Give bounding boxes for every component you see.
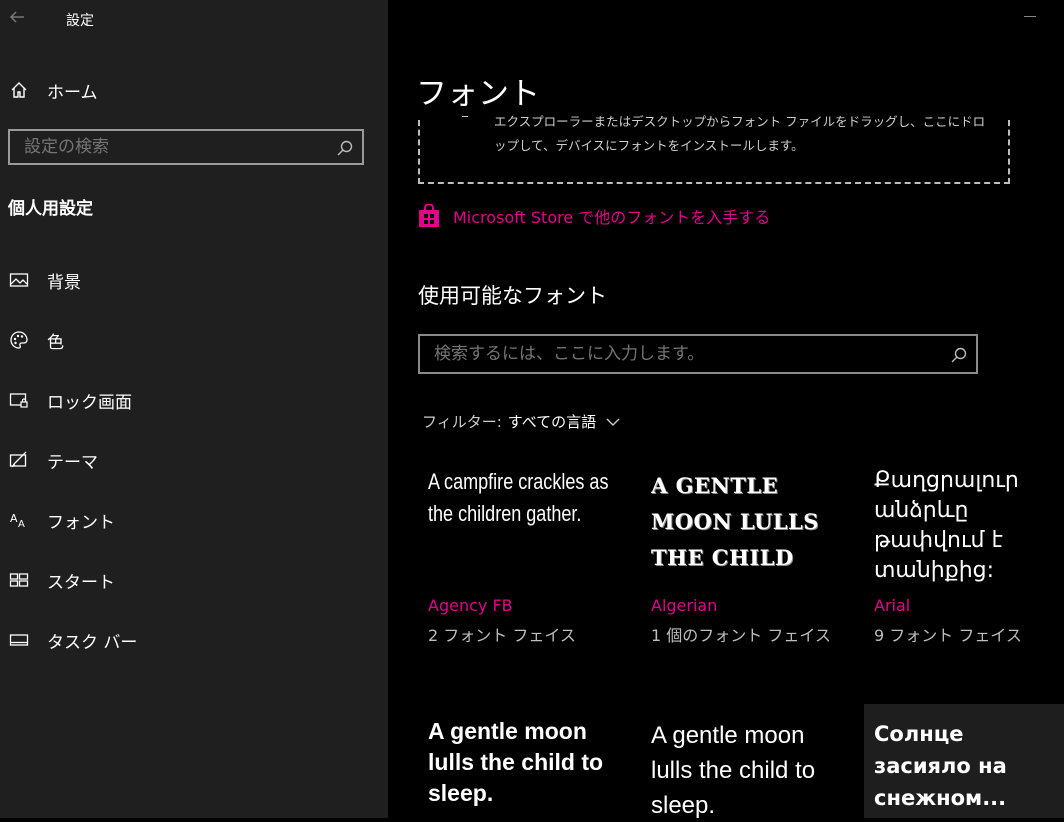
font-face-count: 1 個のフォント フェイス — [651, 626, 831, 645]
sidebar-item-taskbar[interactable]: タスク バー — [0, 620, 388, 660]
drop-dash-icon — [462, 116, 468, 117]
font-face-count: 9 フォント フェイス — [874, 626, 1022, 645]
main-content: フォント エクスプローラーまたはデスクトップからフォント ファイルをドラッグし、… — [388, 0, 1064, 819]
sidebar-item-label: タスク バー — [47, 632, 138, 653]
font-sample: A gentle moon lulls the child to sleep. — [651, 722, 816, 819]
search-icon[interactable] — [950, 346, 968, 364]
sidebar-item-home[interactable]: ホーム — [0, 70, 388, 110]
font-face-count: 2 フォント フェイス — [428, 626, 576, 645]
taskbar-icon — [8, 629, 30, 651]
store-link-label[interactable]: Microsoft Store で他のフォントを入手する — [453, 204, 770, 228]
font-sample: Солнце засияло на снежном... — [874, 722, 1007, 810]
sidebar-item-start[interactable]: スタート — [0, 560, 388, 600]
font-card-bold-sans[interactable]: A gentle moon lulls the child to sleep. — [418, 704, 632, 818]
page-title: フォント — [416, 76, 540, 112]
font-name: Agency FB — [428, 596, 513, 615]
search-icon[interactable] — [336, 139, 354, 157]
section-title: 個人用設定 — [8, 199, 93, 219]
sidebar-item-label: 背景 — [47, 272, 81, 293]
minimize-button[interactable] — [1024, 16, 1036, 17]
palette-icon — [8, 329, 30, 351]
font-sample: Քաղցրալուր անձրևը թափվում է տանիքից: — [874, 468, 1019, 583]
sidebar-item-label: テーマ — [47, 452, 98, 473]
font-icon: AA — [8, 509, 30, 531]
font-sample: A gentle moon lulls the child to sleep. — [428, 718, 604, 806]
back-arrow-icon[interactable] — [8, 8, 28, 28]
available-fonts-title: 使用可能なフォント — [418, 284, 607, 308]
sidebar-item-label: スタート — [47, 572, 115, 593]
font-card-agency-fb[interactable]: A campfire crackles as the children gath… — [418, 462, 632, 662]
sidebar-item-lock-screen[interactable]: ロック画面 — [0, 380, 388, 420]
sidebar-item-label: ホーム — [47, 82, 98, 103]
sidebar-item-label: フォント — [47, 512, 115, 533]
font-search[interactable] — [418, 334, 978, 374]
font-card-cyrillic[interactable]: Солнце засияло на снежном... — [864, 704, 1064, 818]
sidebar-item-label: ロック画面 — [47, 392, 132, 413]
sidebar: 設定 ホーム 個人用設定 背景 色 ロック画面 テーマ — [0, 0, 388, 818]
sidebar-item-fonts[interactable]: AA フォント — [0, 500, 388, 540]
font-name: Arial — [874, 596, 911, 615]
font-search-input[interactable] — [434, 336, 879, 372]
font-sample: A GENTLE MOON LULLS THE CHILD TO... — [651, 473, 819, 570]
language-filter[interactable]: フィルター: すべての言語 — [422, 411, 620, 432]
store-bag-icon — [419, 204, 439, 227]
drop-zone-text: エクスプローラーまたはデスクトップからフォント ファイルをドラッグし、ここにドロ… — [494, 114, 986, 153]
filter-value[interactable]: すべての言語 — [508, 411, 596, 432]
font-drop-zone[interactable]: エクスプローラーまたはデスクトップからフォント ファイルをドラッグし、ここにドロ… — [418, 114, 1010, 184]
sidebar-item-colors[interactable]: 色 — [0, 320, 388, 360]
lock-screen-icon — [8, 389, 30, 411]
svg-text:A: A — [10, 512, 18, 525]
svg-text:A: A — [18, 519, 25, 530]
theme-icon — [8, 449, 30, 471]
font-card-arial[interactable]: Քաղցրալուր անձրևը թափվում է տանիքից: Ari… — [864, 462, 1064, 662]
font-name: Algerian — [651, 596, 718, 615]
start-icon — [8, 569, 30, 591]
sidebar-item-label: 色 — [47, 332, 64, 353]
settings-search[interactable] — [8, 129, 364, 165]
font-card-regular-sans[interactable]: A gentle moon lulls the child to sleep. — [641, 704, 855, 819]
font-card-algerian[interactable]: A GENTLE MOON LULLS THE CHILD TO... Alge… — [641, 462, 855, 662]
microsoft-store-link[interactable]: Microsoft Store で他のフォントを入手する — [418, 204, 770, 228]
chevron-down-icon[interactable] — [606, 417, 620, 427]
font-sample: A campfire crackles as the children gath… — [428, 469, 609, 526]
image-icon — [8, 269, 30, 291]
sidebar-item-background[interactable]: 背景 — [0, 260, 388, 300]
settings-search-input[interactable] — [24, 131, 306, 163]
app-title: 設定 — [66, 13, 94, 29]
filter-label: フィルター: — [422, 413, 502, 431]
sidebar-item-theme[interactable]: テーマ — [0, 440, 388, 480]
home-icon — [8, 79, 30, 101]
